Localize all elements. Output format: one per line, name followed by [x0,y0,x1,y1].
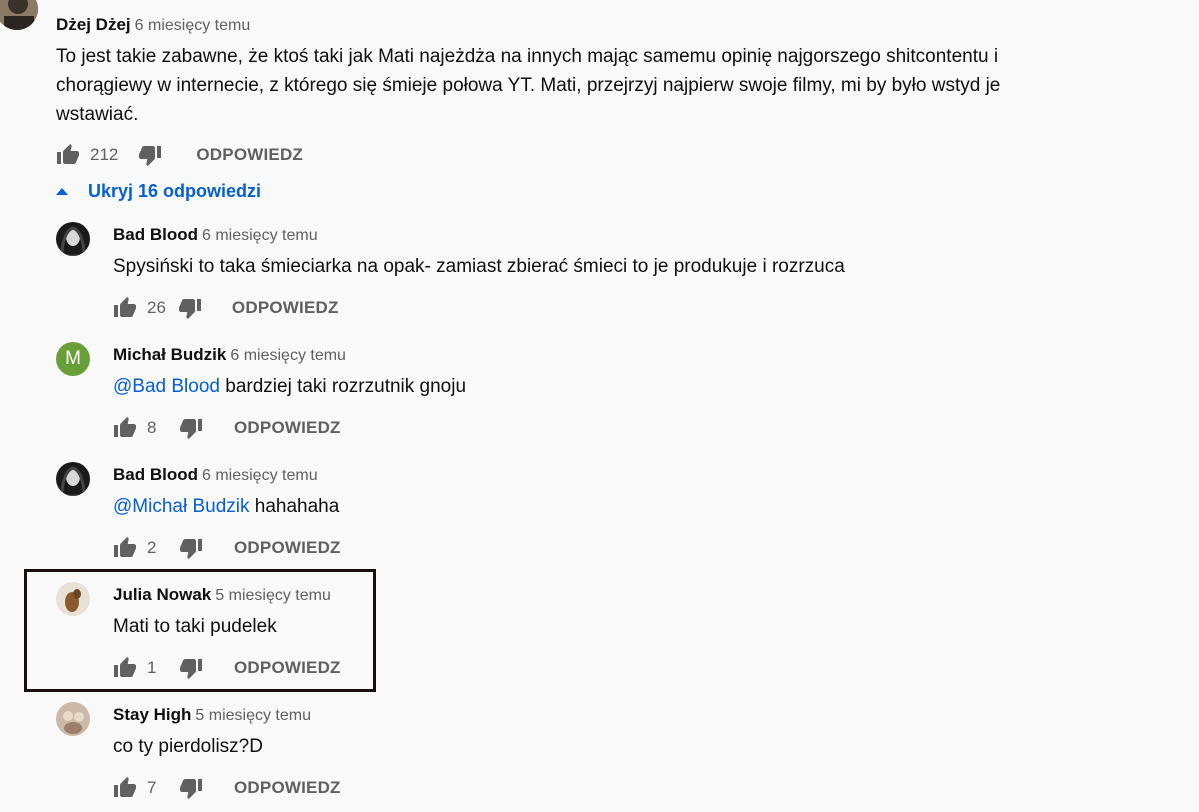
reply-body: bardziej taki rozrzutnik gnoju [219,376,467,397]
like-icon[interactable] [56,143,80,167]
avatar-photo-icon [0,0,38,30]
author-name[interactable]: Bad Blood [113,465,198,484]
dislike-icon[interactable] [179,656,203,680]
avatar[interactable] [56,702,90,736]
reply-button[interactable]: ODPOWIEDZ [234,418,341,438]
author-name[interactable]: Stay High [113,705,191,724]
comment-actions: 212 ODPOWIEDZ [56,143,303,167]
like-count: 1 [147,658,157,677]
like-count: 2 [147,538,157,557]
like-icon[interactable] [113,656,137,680]
reply-actions: 1 ODPOWIEDZ [113,656,341,680]
reply-actions: 26 ODPOWIEDZ [113,296,339,320]
comment-text: To jest takie zabawne, że ktoś taki jak … [56,46,1001,125]
reply-button[interactable]: ODPOWIEDZ [232,298,339,318]
reply-author[interactable]: Julia Nowak 5 miesięcy temu [113,585,331,605]
reply-button[interactable]: ODPOWIEDZ [196,145,303,165]
reply-text: @Bad Blood bardziej taki rozrzutnik gnoj… [113,372,1113,401]
hide-replies-button[interactable]: Ukryj 16 odpowiedzi [56,181,261,202]
avatar-photo-icon [56,582,90,616]
comment-time[interactable]: 6 miesięcy temu [202,227,318,244]
like-icon[interactable] [113,776,137,800]
reply-actions: 8 ODPOWIEDZ [113,416,341,440]
comment-time[interactable]: 6 miesięcy temu [135,17,251,34]
dislike-icon[interactable] [179,776,203,800]
reply-button[interactable]: ODPOWIEDZ [234,658,341,678]
author-name[interactable]: Julia Nowak [113,585,211,604]
comment-time[interactable]: 6 miesięcy temu [202,467,318,484]
avatar[interactable] [56,222,90,256]
dislike-icon[interactable] [178,296,202,320]
reply-button[interactable]: ODPOWIEDZ [234,778,341,798]
reply-author[interactable]: Michał Budzik 6 miesięcy temu [113,345,346,365]
avatar[interactable] [0,0,38,30]
dislike-icon[interactable] [179,536,203,560]
reply-actions: 7 ODPOWIEDZ [113,776,341,800]
dislike-icon[interactable] [138,143,162,167]
like-icon[interactable] [113,416,137,440]
like-count: 7 [147,778,157,797]
author-name[interactable]: Dżej Dżej [56,15,131,34]
comment-time[interactable]: 5 miesięcy temu [195,707,311,724]
avatar[interactable] [56,462,90,496]
reply-text: @Michał Budzik hahahaha [113,492,1113,521]
avatar-photo-icon [56,462,90,496]
reply-text: Mati to taki pudelek [113,612,353,641]
caret-up-icon [56,188,68,195]
dislike-icon[interactable] [179,416,203,440]
reply-author[interactable]: Bad Blood 6 miesięcy temu [113,225,318,245]
reply-text: Spysiński to taka śmieciarka na opak- za… [113,252,1113,281]
reply-author[interactable]: Stay High 5 miesięcy temu [113,705,311,725]
like-count: 212 [90,145,119,164]
avatar[interactable]: M [56,342,90,376]
reply-actions: 2 ODPOWIEDZ [113,536,341,560]
mention-link[interactable]: @Bad Blood [113,376,220,397]
comment-time[interactable]: 5 miesięcy temu [215,587,331,604]
like-count: 26 [147,298,166,317]
comment-author[interactable]: Dżej Dżej 6 miesięcy temu [56,15,250,35]
like-count: 8 [147,418,157,437]
like-icon[interactable] [113,296,137,320]
reply-body: co ty pierdolisz?D [113,736,263,757]
avatar-letter: M [65,348,81,369]
reply-text: co ty pierdolisz?D [113,732,1113,761]
reply-author[interactable]: Bad Blood 6 miesięcy temu [113,465,318,485]
like-icon[interactable] [113,536,137,560]
reply-body: Mati to taki pudelek [113,616,277,637]
hide-replies-label: Ukryj 16 odpowiedzi [88,181,262,201]
author-name[interactable]: Michał Budzik [113,345,226,364]
author-name[interactable]: Bad Blood [113,225,198,244]
comment-time[interactable]: 6 miesięcy temu [230,347,346,364]
reply-button[interactable]: ODPOWIEDZ [234,538,341,558]
reply-body: Spysiński to taka śmieciarka na opak- za… [113,256,845,277]
avatar-photo-icon [56,222,90,256]
reply-body: hahahaha [249,496,340,517]
avatar[interactable] [56,582,90,616]
avatar-photo-icon [56,702,90,736]
mention-link[interactable]: @Michał Budzik [113,496,250,517]
